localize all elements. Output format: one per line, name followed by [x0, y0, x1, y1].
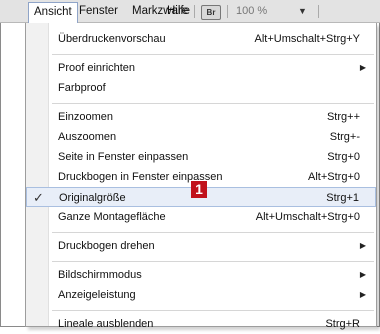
menu-divider [52, 261, 374, 262]
menu-item-shortcut: Strg+- [329, 131, 360, 143]
menu-item-label: Proof einrichten [58, 62, 136, 74]
menu-item-label: Auszoomen [58, 131, 117, 143]
view-dropdown-menu: Überdruckenvorschau Alt+Umschalt+Strg+Y … [25, 23, 377, 330]
menu-item-shortcut: Alt+Strg+0 [308, 171, 360, 183]
menu-divider [52, 54, 374, 55]
menu-item-fit-page[interactable]: Seite in Fenster einpassen Strg+0 [26, 147, 376, 167]
callout-number-badge: 1 [191, 181, 207, 198]
menu-item-entire-pasteboard[interactable]: Ganze Montagefläche Alt+Umschalt+Strg+0 [26, 207, 376, 227]
menubar-divider [227, 5, 228, 18]
menu-item-rotate-spread[interactable]: Druckbogen drehen ▶ [26, 236, 376, 256]
menu-item-shortcut: Strg+R [325, 318, 360, 330]
menu-item-label: Lineale ausblenden [58, 318, 154, 330]
menu-item-color-proof[interactable]: Farbproof [26, 78, 376, 98]
menu-item-label: Originalgröße [59, 192, 126, 204]
menu-item-shortcut: Alt+Umschalt+Strg+Y [254, 33, 360, 45]
menu-item-label: Einzoomen [58, 111, 114, 123]
submenu-arrow-icon: ▶ [359, 270, 366, 279]
menu-item-shortcut: Alt+Umschalt+Strg+0 [255, 211, 360, 223]
menu-item-shortcut: Strg+1 [326, 192, 359, 204]
menu-item-shortcut: Strg+0 [327, 151, 360, 163]
submenu-arrow-icon: ▶ [359, 241, 366, 250]
menu-item-overprint-preview[interactable]: Überdruckenvorschau Alt+Umschalt+Strg+Y [26, 29, 376, 49]
menu-item-zoom-in[interactable]: Einzoomen Strg++ [26, 107, 376, 127]
checkmark-icon: ✓ [33, 190, 44, 205]
menubar-divider [318, 5, 319, 18]
menu-bar: Ansicht Fenster Markzware Hilfe Br 100 %… [0, 0, 380, 23]
menu-item-screen-mode[interactable]: Bildschirmmodus ▶ [26, 265, 376, 285]
menu-item-label: Ganze Montagefläche [58, 211, 166, 223]
menu-item-hide-rulers[interactable]: Lineale ausblenden Strg+R [26, 314, 376, 334]
menu-divider [52, 103, 374, 104]
submenu-arrow-icon: ▶ [359, 290, 366, 299]
menu-ansicht[interactable]: Ansicht [28, 2, 78, 23]
menu-item-display-performance[interactable]: Anzeigeleistung ▶ [26, 285, 376, 305]
menu-item-proof-setup[interactable]: Proof einrichten ▶ [26, 58, 376, 78]
bridge-icon[interactable]: Br [201, 5, 221, 20]
zoom-level[interactable]: 100 % [236, 4, 267, 19]
menu-item-zoom-out[interactable]: Auszoomen Strg+- [26, 127, 376, 147]
menu-item-label: Farbproof [58, 82, 106, 94]
menu-divider [52, 232, 374, 233]
submenu-arrow-icon: ▶ [359, 63, 366, 72]
menu-item-label: Anzeigeleistung [58, 289, 136, 301]
menu-item-label: Überdruckenvorschau [58, 33, 166, 45]
menu-item-label: Seite in Fenster einpassen [58, 151, 189, 163]
menu-item-shortcut: Strg++ [326, 111, 360, 123]
menu-fenster[interactable]: Fenster [74, 3, 123, 19]
menu-item-label: Bildschirmmodus [58, 269, 142, 281]
menu-item-label: Druckbogen drehen [58, 240, 155, 252]
menu-hilfe[interactable]: Hilfe [162, 3, 195, 19]
menubar-divider [194, 5, 195, 18]
menu-divider [52, 310, 374, 311]
chevron-down-icon[interactable]: ▼ [298, 4, 307, 19]
